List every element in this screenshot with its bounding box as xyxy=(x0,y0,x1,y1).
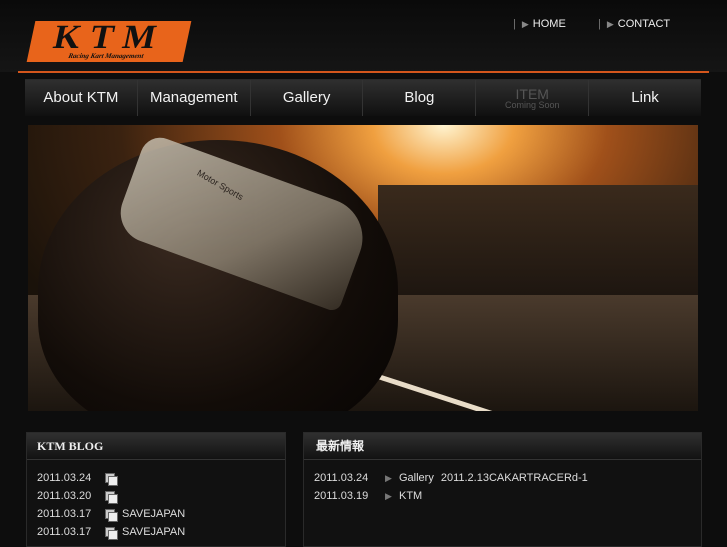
hero-barrier xyxy=(378,185,698,295)
toplink-contact[interactable]: | ▶ CONTACT xyxy=(598,17,670,31)
news-entry[interactable]: 2011.03.19 ▶ KTM xyxy=(314,487,701,505)
nav-item-management[interactable]: Management xyxy=(137,80,251,116)
nav-item-blog[interactable]: Blog xyxy=(363,80,477,116)
separator: | xyxy=(513,18,516,30)
document-icon xyxy=(105,472,118,486)
nav-item-item-sublabel: Coming Soon xyxy=(504,100,560,110)
ktm-logo[interactable]: KTM Racing Kart Management xyxy=(26,19,192,62)
blog-entry-date: 2011.03.17 xyxy=(37,526,92,538)
separator: | xyxy=(598,18,601,30)
nav-item-item-label: ITEM xyxy=(515,86,549,102)
blog-entry[interactable]: 2011.03.17 SAVEJAPAN xyxy=(37,523,285,541)
news-entry[interactable]: 2011.03.24 ▶ Gallery 2011.2.13CAKARTRACE… xyxy=(314,469,701,487)
toplink-home-label: HOME xyxy=(532,18,566,30)
news-entry-title[interactable]: 2011.2.13CAKARTRACERd-1 xyxy=(441,472,588,484)
toplink-contact-label: CONTACT xyxy=(617,18,671,30)
news-panel-title: 最新情報 xyxy=(304,433,701,460)
logo-main-text: KTM xyxy=(50,19,170,56)
toplink-home[interactable]: | ▶ HOME xyxy=(513,17,566,31)
news-entry-date: 2011.03.19 xyxy=(314,490,369,502)
nav-item-item: ITEM Coming Soon xyxy=(476,80,590,116)
news-panel: 最新情報 2011.03.24 ▶ Gallery 2011.2.13CAKAR… xyxy=(303,432,702,547)
blog-entry[interactable]: 2011.03.24 xyxy=(37,469,285,487)
blog-list: 2011.03.24 2011.03.20 2011.03.17 SAVEJAP… xyxy=(27,460,285,541)
play-icon: ▶ xyxy=(385,490,392,501)
blog-entry-title[interactable]: SAVEJAPAN xyxy=(122,526,185,538)
header-divider xyxy=(18,71,709,73)
news-entry-category: KTM xyxy=(399,490,423,502)
nav-item-about[interactable]: About KTM xyxy=(25,80,138,116)
header: KTM Racing Kart Management | ▶ HOME | ▶ … xyxy=(0,0,727,72)
document-icon xyxy=(105,508,118,522)
blog-panel-title: KTM BLOG xyxy=(27,433,285,460)
logo-sub-text: Racing Kart Management xyxy=(67,52,145,60)
nav-item-gallery[interactable]: Gallery xyxy=(250,80,364,116)
play-icon: ▶ xyxy=(521,18,529,29)
play-icon: ▶ xyxy=(385,472,392,483)
blog-entry-date: 2011.03.24 xyxy=(37,472,92,484)
news-entry-category: Gallery xyxy=(399,472,434,484)
hero-image: Motor Sports xyxy=(28,125,698,411)
play-icon: ▶ xyxy=(606,18,614,29)
blog-entry-date: 2011.03.20 xyxy=(37,490,92,502)
news-list: 2011.03.24 ▶ Gallery 2011.2.13CAKARTRACE… xyxy=(304,460,701,505)
news-entry-date: 2011.03.24 xyxy=(314,472,369,484)
document-icon xyxy=(105,526,118,540)
blog-entry-date: 2011.03.17 xyxy=(37,508,92,520)
nav-item-link[interactable]: Link xyxy=(589,80,701,116)
helmet-text: Motor Sports xyxy=(195,167,246,203)
main-nav: About KTM Management Gallery Blog ITEM C… xyxy=(25,79,701,116)
blog-panel: KTM BLOG 2011.03.24 2011.03.20 2011.03.1… xyxy=(26,432,286,547)
blog-entry[interactable]: 2011.03.20 xyxy=(37,487,285,505)
blog-entry[interactable]: 2011.03.17 SAVEJAPAN xyxy=(37,505,285,523)
blog-entry-title[interactable]: SAVEJAPAN xyxy=(122,508,185,520)
document-icon xyxy=(105,490,118,504)
